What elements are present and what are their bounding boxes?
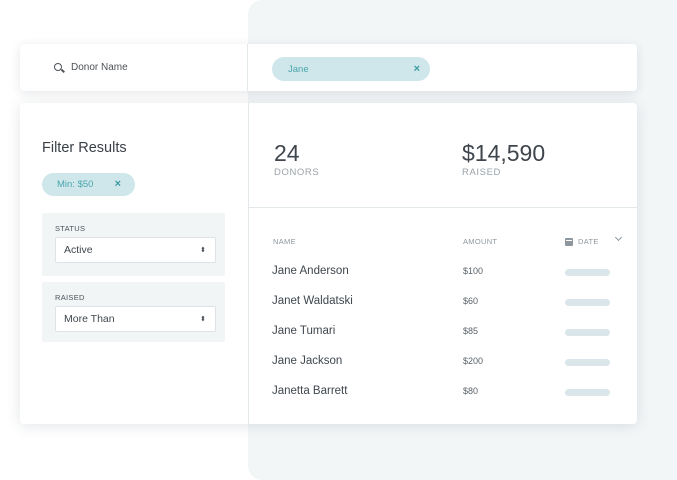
donor-amount: $60 bbox=[463, 296, 479, 306]
donor-name: Jane Tumari bbox=[272, 325, 336, 337]
search-icon bbox=[54, 62, 64, 73]
calendar-icon bbox=[565, 237, 573, 246]
search-label: Donor Name bbox=[71, 62, 128, 73]
date-placeholder bbox=[565, 269, 610, 276]
raised-select[interactable]: More Than ⬍ bbox=[55, 306, 216, 332]
table-row[interactable]: Jane Anderson $100 bbox=[272, 263, 632, 281]
status-label: STATUS bbox=[55, 224, 86, 233]
raised-stat: $14,590 RAISED bbox=[462, 140, 545, 178]
column-header-amount[interactable]: AMOUNT bbox=[463, 237, 497, 246]
date-placeholder bbox=[565, 359, 610, 366]
donor-name: Jane Jackson bbox=[272, 355, 343, 367]
donor-amount: $100 bbox=[463, 266, 484, 276]
donor-amount: $200 bbox=[463, 356, 484, 366]
divider bbox=[249, 207, 637, 208]
results-card: Filter Results Min: $50 × STATUS Active … bbox=[20, 103, 637, 424]
filter-title: Filter Results bbox=[42, 140, 127, 156]
status-value: Active bbox=[64, 244, 93, 256]
chevron-down-icon[interactable] bbox=[614, 233, 623, 242]
date-placeholder bbox=[565, 389, 610, 396]
search-bar: Donor Name Jane × bbox=[20, 44, 637, 91]
min-amount-chip[interactable]: Min: $50 × bbox=[42, 173, 135, 196]
donor-name: Janet Waldatski bbox=[272, 295, 353, 307]
column-header-name[interactable]: NAME bbox=[273, 237, 296, 246]
table-row[interactable]: Jane Tumari $85 bbox=[272, 323, 632, 341]
donor-name: Jane Anderson bbox=[272, 265, 349, 277]
date-placeholder bbox=[565, 329, 610, 336]
close-icon[interactable]: × bbox=[115, 179, 121, 190]
donor-name-search[interactable]: Donor Name bbox=[20, 44, 248, 91]
search-chip-label: Jane bbox=[288, 63, 309, 75]
search-chip-jane[interactable]: Jane × bbox=[272, 57, 430, 81]
min-chip-label: Min: $50 bbox=[57, 179, 94, 190]
donor-amount: $80 bbox=[463, 386, 479, 396]
date-placeholder bbox=[565, 299, 610, 306]
donor-amount: $85 bbox=[463, 326, 479, 336]
table-row[interactable]: Jane Jackson $200 bbox=[272, 353, 632, 371]
column-header-date[interactable]: DATE bbox=[565, 237, 599, 246]
donors-stat: 24 DONORS bbox=[274, 140, 319, 178]
divider bbox=[248, 103, 249, 424]
raised-filter: RAISED More Than ⬍ bbox=[42, 282, 225, 342]
sort-arrows-icon: ⬍ bbox=[200, 246, 206, 254]
donor-name: Janetta Barrett bbox=[272, 385, 348, 397]
status-filter: STATUS Active ⬍ bbox=[42, 213, 225, 276]
sort-arrows-icon: ⬍ bbox=[200, 315, 206, 323]
date-header-label: DATE bbox=[578, 237, 599, 246]
close-icon[interactable]: × bbox=[414, 63, 420, 75]
status-select[interactable]: Active ⬍ bbox=[55, 237, 216, 263]
donors-label: DONORS bbox=[274, 167, 320, 179]
raised-label: RAISED bbox=[55, 293, 85, 302]
raised-total: $14,590 bbox=[462, 140, 546, 166]
table-row[interactable]: Janet Waldatski $60 bbox=[272, 293, 632, 311]
donors-count: 24 bbox=[274, 140, 300, 166]
raised-label: RAISED bbox=[462, 167, 501, 179]
table-row[interactable]: Janetta Barrett $80 bbox=[272, 383, 632, 401]
raised-value: More Than bbox=[64, 313, 115, 325]
